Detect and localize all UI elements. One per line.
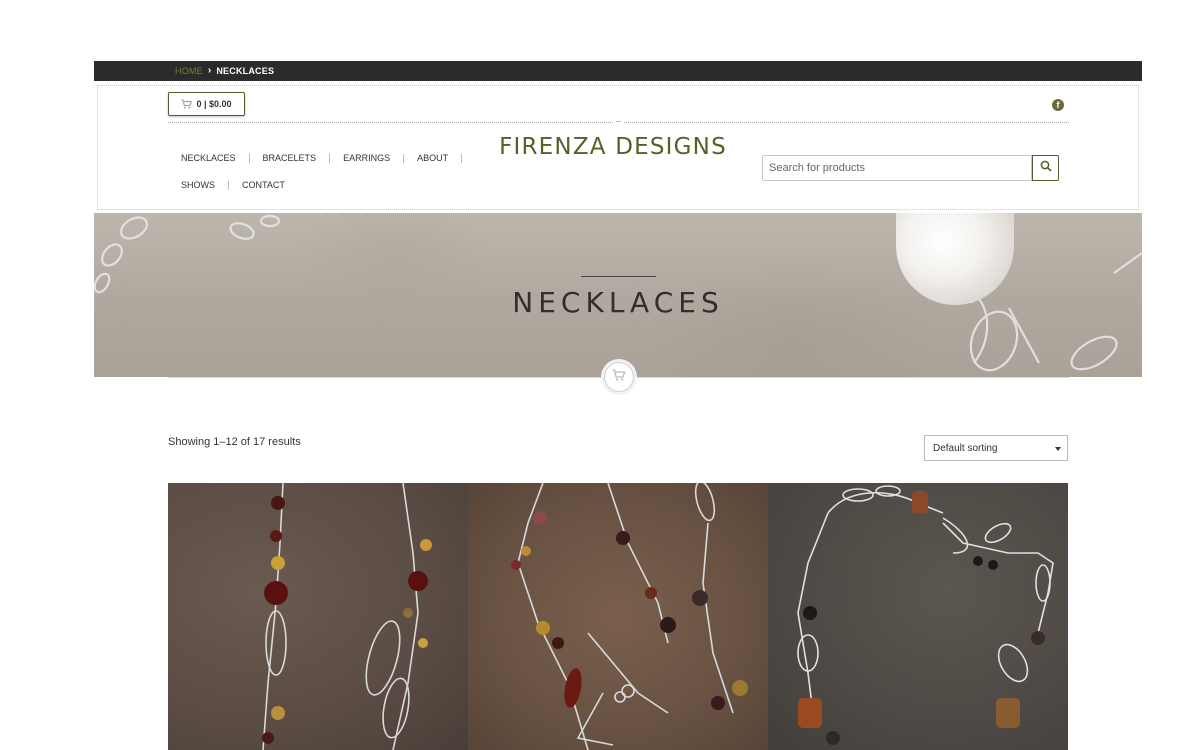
cart-icon (612, 368, 626, 386)
nav-item-about[interactable]: ABOUT (404, 153, 461, 163)
cart-summary: 0 | $0.00 (196, 99, 232, 109)
search-button[interactable] (1032, 155, 1059, 181)
product-card[interactable] (468, 483, 768, 750)
breadcrumb-home-link[interactable]: HOME (175, 66, 203, 76)
product-image (511, 483, 748, 750)
product-image (262, 483, 432, 750)
hero-banner: NECKLACES (94, 213, 1142, 377)
hero-cart-badge (604, 362, 634, 392)
cart-icon (181, 99, 193, 109)
ornament-icon: ∽ (613, 117, 624, 126)
breadcrumb: HOME › NECKLACES (175, 65, 274, 76)
breadcrumb-current: NECKLACES (216, 65, 275, 76)
nav-item-earrings[interactable]: EARRINGS (330, 153, 403, 163)
nav-separator (461, 153, 463, 163)
product-card[interactable] (168, 483, 468, 750)
search-input[interactable] (762, 155, 1032, 181)
nav-item-necklaces[interactable]: NECKLACES (168, 153, 249, 163)
nav-item-shows[interactable]: SHOWS (168, 180, 228, 190)
search-icon (1040, 159, 1052, 177)
site-title[interactable]: FIRENZA DESIGNS (480, 134, 746, 160)
nav-row-2: SHOWS CONTACT (168, 177, 468, 193)
chevron-down-icon (1055, 447, 1061, 451)
product-grid (168, 483, 1068, 750)
result-count: Showing 1–12 of 17 results (168, 436, 301, 448)
main-nav: NECKLACES BRACELETS EARRINGS ABOUT SHOWS… (168, 150, 468, 204)
facebook-glyph: f (1056, 100, 1060, 110)
page-title: NECKLACES (512, 286, 724, 319)
facebook-icon[interactable]: f (1052, 99, 1064, 111)
product-image (797, 485, 1054, 745)
breadcrumb-bar: HOME › NECKLACES (94, 61, 1142, 81)
sort-selected-value: Default sorting (933, 442, 998, 454)
sort-select[interactable]: Default sorting (924, 435, 1068, 461)
nav-row-1: NECKLACES BRACELETS EARRINGS ABOUT (168, 150, 468, 166)
nav-item-bracelets[interactable]: BRACELETS (250, 153, 330, 163)
cart-button[interactable]: 0 | $0.00 (168, 92, 245, 116)
breadcrumb-separator: › (207, 65, 212, 76)
hero-rule (581, 276, 656, 277)
nav-item-contact[interactable]: CONTACT (229, 180, 298, 190)
product-card[interactable] (768, 483, 1068, 750)
